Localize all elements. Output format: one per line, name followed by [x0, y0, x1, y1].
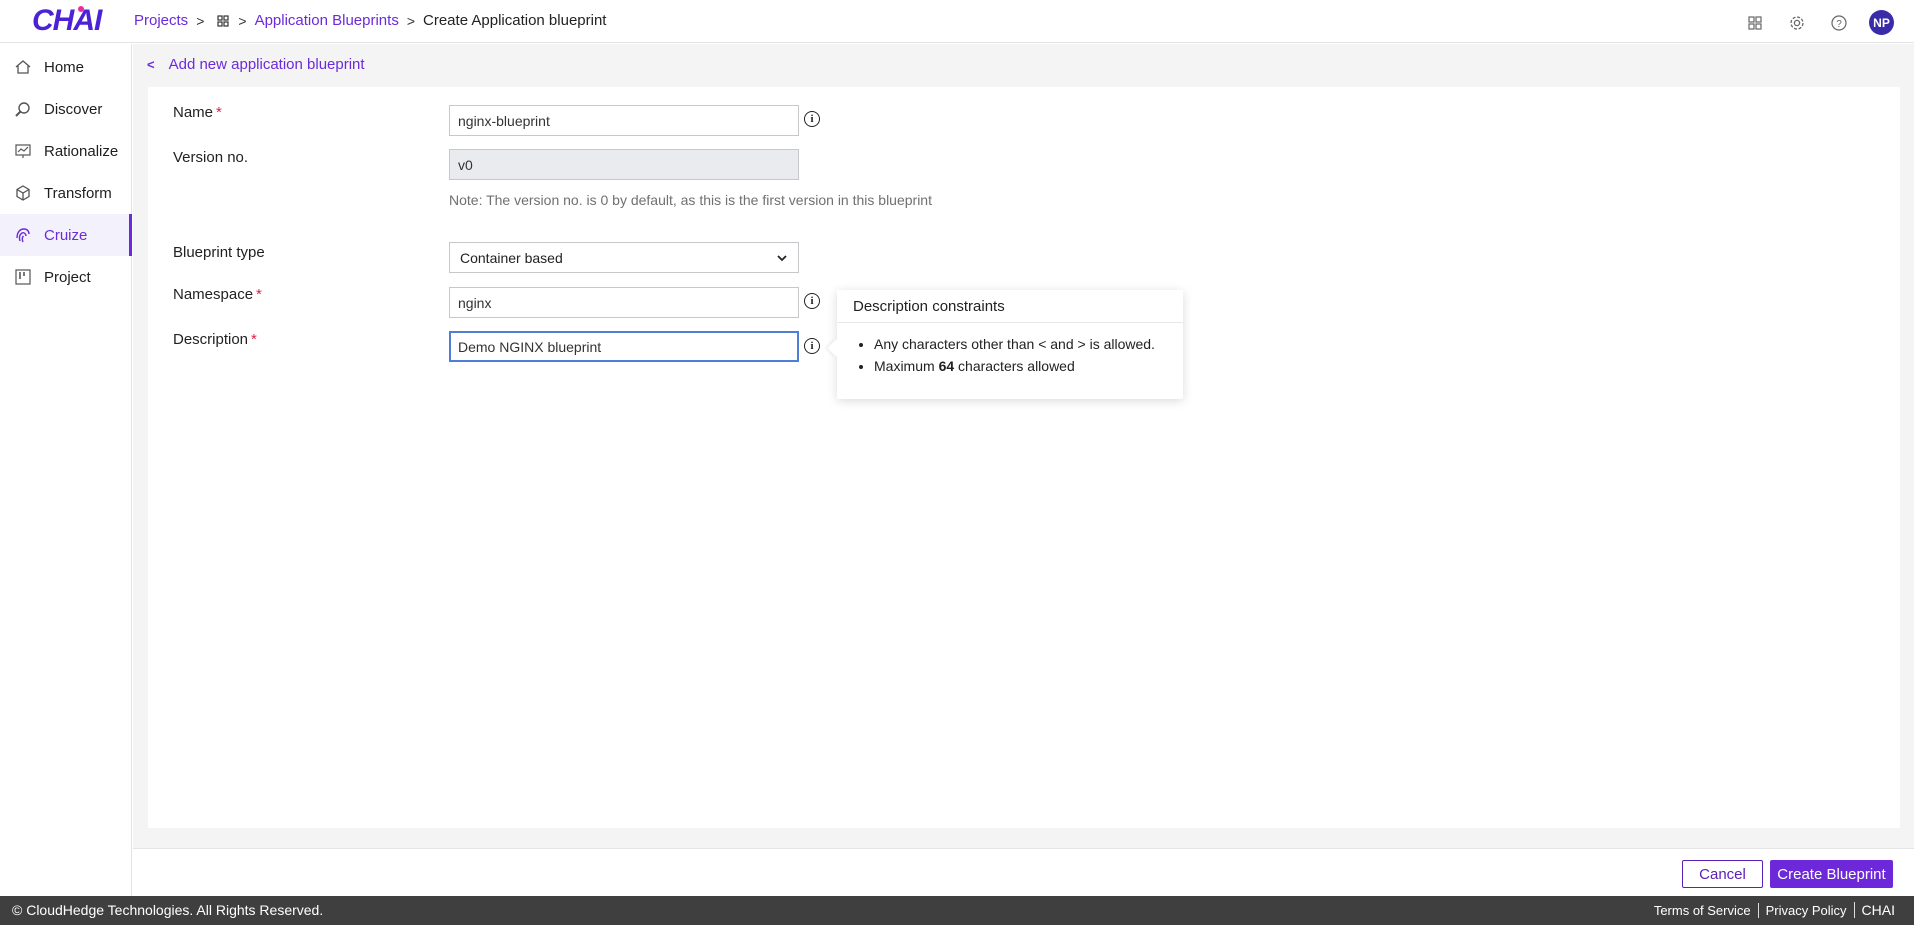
action-bar: [133, 848, 1914, 896]
top-bar: CHAI Projects > > Application Blueprints…: [0, 0, 1914, 43]
grid-icon[interactable]: [216, 14, 230, 28]
breadcrumb-projects[interactable]: Projects: [134, 12, 188, 29]
description-input[interactable]: [449, 331, 799, 362]
namespace-input[interactable]: [449, 287, 799, 318]
kanban-icon: [15, 269, 31, 285]
breadcrumb-application-blueprints[interactable]: Application Blueprints: [255, 12, 399, 29]
sidebar-item-label: Project: [44, 268, 91, 286]
help-icon[interactable]: ?: [1827, 11, 1851, 35]
tooltip-title: Description constraints: [837, 290, 1183, 323]
sidebar-item-label: Transform: [44, 184, 112, 202]
footer-links: Terms of Service Privacy Policy CHAI: [1647, 902, 1902, 918]
header-actions: ? NP: [1743, 10, 1894, 35]
form-card: [148, 87, 1900, 828]
fingerprint-icon: [16, 228, 30, 243]
version-label: Version no.: [173, 149, 249, 166]
list-item: Maximum 64 characters allowed: [874, 355, 1167, 377]
avatar[interactable]: NP: [1869, 10, 1894, 35]
version-note: Note: The version no. is 0 by default, a…: [449, 192, 932, 208]
back-link[interactable]: < Add new application blueprint: [147, 56, 365, 73]
svg-text:?: ?: [1836, 19, 1842, 30]
namespace-label: Namespace *: [173, 286, 262, 303]
sidebar: Home Discover Rationalize Transform Crui…: [0, 44, 132, 896]
required-marker: *: [256, 286, 262, 303]
sidebar-item-cruize[interactable]: Cruize: [0, 214, 132, 256]
description-label: Description *: [173, 331, 257, 348]
sidebar-item-transform[interactable]: Transform: [0, 172, 131, 214]
sidebar-item-label: Home: [44, 58, 85, 76]
chai-logo[interactable]: CHAI: [32, 4, 102, 38]
sidebar-item-label: Discover: [44, 100, 103, 118]
footer-brand: CHAI: [1853, 902, 1902, 918]
info-icon[interactable]: i: [804, 338, 820, 354]
chevron-down-icon: [777, 254, 787, 261]
sidebar-item-label: Cruize: [44, 226, 88, 244]
create-blueprint-button[interactable]: Create Blueprint: [1770, 860, 1893, 888]
gear-icon[interactable]: [1785, 11, 1809, 35]
info-icon[interactable]: i: [804, 293, 820, 309]
chevron-left-icon: <: [147, 57, 155, 72]
discover-icon: [15, 102, 30, 117]
description-constraints-tooltip: Description constraints Any characters o…: [837, 290, 1183, 399]
info-icon[interactable]: i: [804, 111, 820, 127]
chevron-right-icon: >: [196, 12, 205, 29]
list-item: Any characters other than < and > is all…: [874, 333, 1167, 355]
sidebar-item-discover[interactable]: Discover: [0, 88, 131, 130]
copyright-text: © CloudHedge Technologies. All Rights Re…: [12, 902, 324, 918]
breadcrumb-current: Create Application blueprint: [423, 12, 607, 29]
rationalize-icon: [15, 144, 31, 158]
blueprint-type-select[interactable]: Container based: [449, 242, 799, 273]
back-link-label: Add new application blueprint: [168, 56, 365, 73]
terms-link[interactable]: Terms of Service: [1647, 903, 1758, 918]
privacy-link[interactable]: Privacy Policy: [1757, 902, 1854, 918]
home-icon: [15, 60, 31, 74]
chevron-right-icon: >: [238, 12, 247, 29]
name-label: Name *: [173, 104, 222, 121]
chevron-right-icon: >: [406, 12, 416, 29]
tooltip-list: Any characters other than < and > is all…: [837, 323, 1183, 377]
cube-icon: [16, 185, 30, 201]
required-marker: *: [216, 104, 222, 121]
sidebar-item-rationalize[interactable]: Rationalize: [0, 130, 131, 172]
sidebar-item-project[interactable]: Project: [0, 256, 131, 298]
version-input: [449, 149, 799, 180]
footer: © CloudHedge Technologies. All Rights Re…: [0, 896, 1914, 925]
blueprint-type-value: Container based: [460, 249, 563, 266]
blueprint-type-label: Blueprint type: [173, 244, 265, 261]
breadcrumb: Projects > > Application Blueprints > Cr…: [134, 12, 606, 29]
apps-grid-icon[interactable]: [1743, 11, 1767, 35]
sidebar-item-home[interactable]: Home: [0, 46, 131, 88]
name-input[interactable]: [449, 105, 799, 136]
sidebar-item-label: Rationalize: [44, 142, 119, 160]
cancel-button[interactable]: Cancel: [1682, 860, 1763, 888]
required-marker: *: [251, 331, 257, 348]
